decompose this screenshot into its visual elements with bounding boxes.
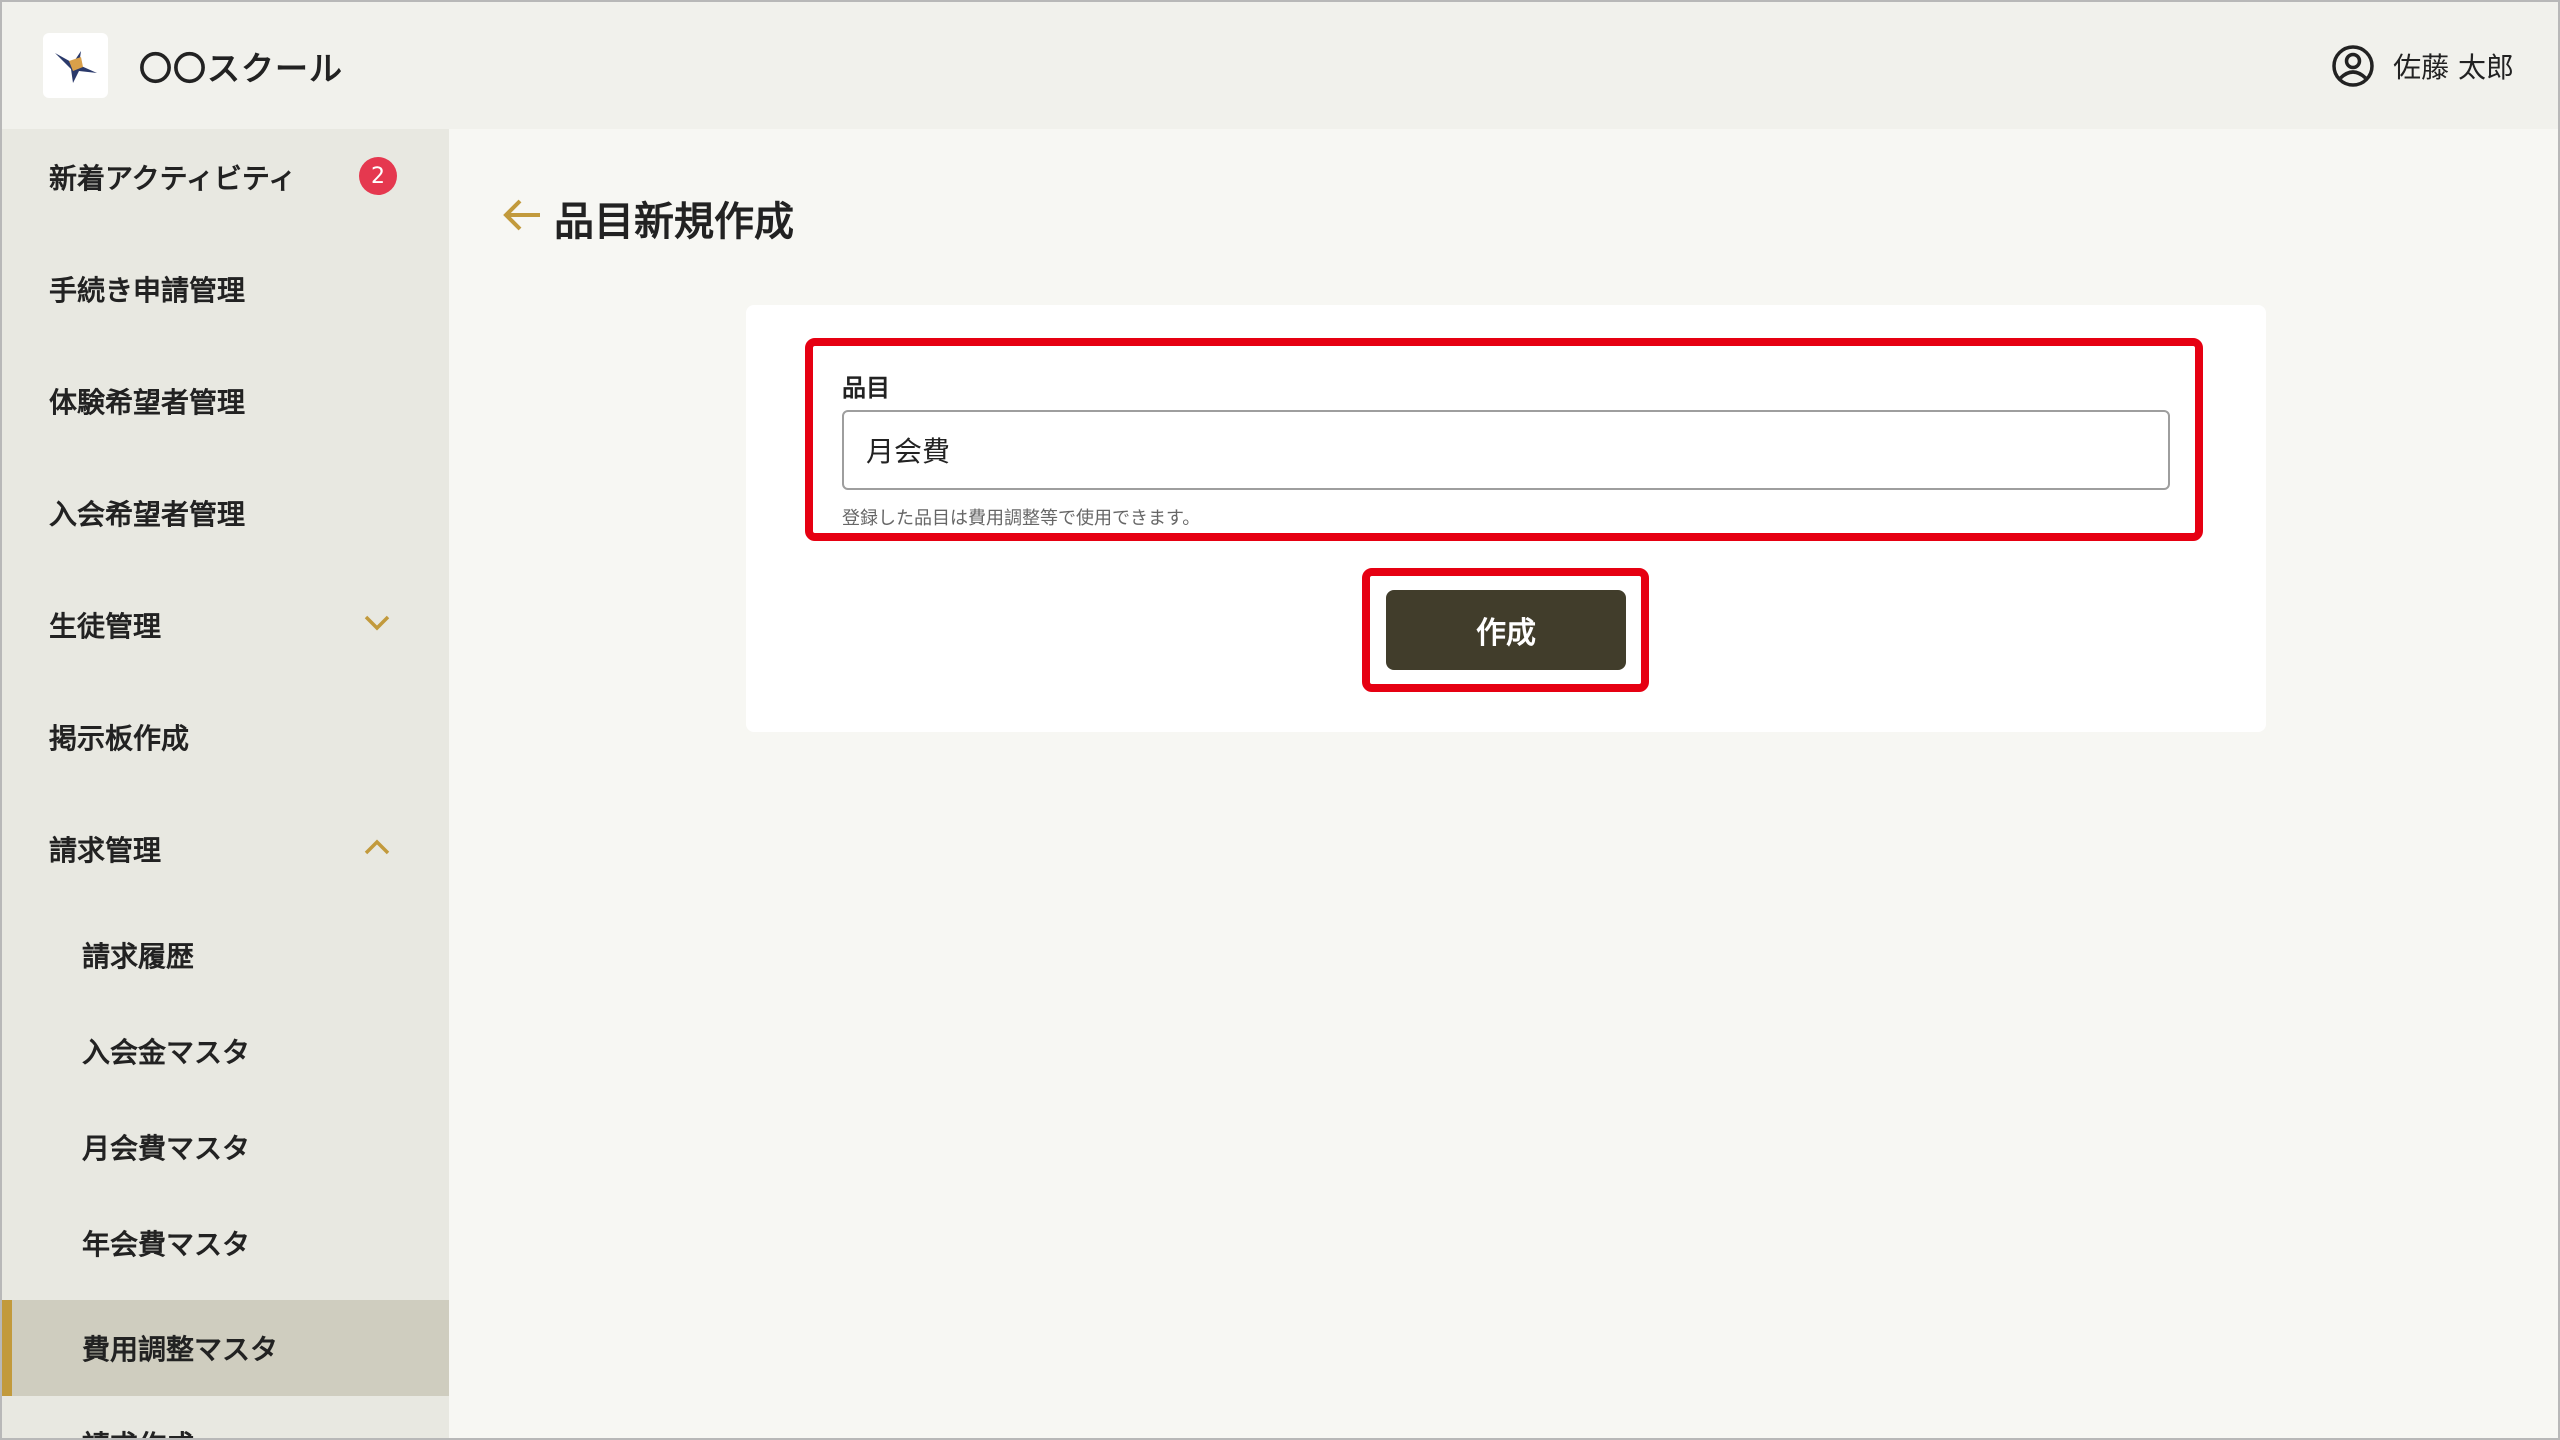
back-arrow-icon[interactable] bbox=[500, 195, 544, 235]
sidebar: 新着アクティビティ 2 手続き申請管理 体験希望者管理 入会希望者管理 生徒管理… bbox=[2, 129, 449, 1438]
sidebar-subitem-billing-history[interactable]: 請求履歴 bbox=[2, 907, 449, 1003]
page-title: 品目新規作成 bbox=[554, 199, 794, 245]
chevron-up-icon bbox=[364, 839, 390, 855]
sidebar-item-students[interactable]: 生徒管理 bbox=[2, 577, 449, 673]
app-title: 〇〇スクール bbox=[139, 49, 343, 88]
sidebar-subitem-admission-fee[interactable]: 入会金マスタ bbox=[2, 1003, 449, 1099]
sidebar-subitem-annual-fee[interactable]: 年会費マスタ bbox=[2, 1195, 449, 1291]
notification-badge: 2 bbox=[359, 157, 397, 195]
sidebar-item-label: 請求作成 bbox=[82, 1424, 194, 1438]
sidebar-item-activity[interactable]: 新着アクティビティ 2 bbox=[2, 129, 449, 225]
app-window: 〇〇スクール 佐藤 太郎 新着アクティビティ 2 手続き申請管理 体験希望者管理… bbox=[0, 0, 2560, 1440]
create-button[interactable]: 作成 bbox=[1386, 590, 1626, 670]
sidebar-item-label: 請求管理 bbox=[49, 834, 162, 867]
sidebar-subitem-cost-adjustment[interactable]: 費用調整マスタ bbox=[2, 1300, 449, 1396]
item-name-input[interactable] bbox=[842, 410, 2170, 490]
sidebar-item-label: 費用調整マスタ bbox=[82, 1333, 279, 1366]
chevron-down-icon bbox=[364, 615, 390, 631]
sidebar-item-trial[interactable]: 体験希望者管理 bbox=[2, 353, 449, 449]
sidebar-item-procedures[interactable]: 手続き申請管理 bbox=[2, 241, 449, 337]
user-circle-icon bbox=[2332, 45, 2374, 87]
user-menu[interactable]: 佐藤 太郎 bbox=[2331, 42, 2514, 90]
item-field-help-text: 登録した品目は費用調整等で使用できます。 bbox=[842, 508, 1201, 529]
sidebar-item-label: 新着アクティビティ bbox=[49, 162, 297, 195]
sidebar-item-label: 入会金マスタ bbox=[82, 1036, 251, 1069]
sidebar-item-bulletin[interactable]: 掲示板作成 bbox=[2, 689, 449, 785]
sidebar-item-label: 掲示板作成 bbox=[49, 722, 190, 755]
sidebar-item-label: 生徒管理 bbox=[49, 610, 162, 643]
sidebar-item-label: 体験希望者管理 bbox=[49, 386, 246, 419]
sidebar-subitem-billing-create[interactable]: 請求作成 bbox=[2, 1396, 449, 1438]
top-header: 〇〇スクール 佐藤 太郎 bbox=[2, 2, 2558, 129]
sidebar-item-enrollment[interactable]: 入会希望者管理 bbox=[2, 465, 449, 561]
bird-logo-icon bbox=[55, 51, 97, 83]
item-field-label: 品目 bbox=[842, 374, 890, 402]
sidebar-item-label: 請求履歴 bbox=[82, 940, 195, 973]
user-name: 佐藤 太郎 bbox=[2393, 51, 2514, 84]
sidebar-subitem-monthly-fee[interactable]: 月会費マスタ bbox=[2, 1099, 449, 1195]
sidebar-item-label: 月会費マスタ bbox=[82, 1132, 251, 1165]
sidebar-item-billing[interactable]: 請求管理 bbox=[2, 801, 449, 897]
school-logo bbox=[43, 33, 108, 98]
sidebar-item-label: 入会希望者管理 bbox=[49, 498, 246, 531]
sidebar-item-label: 年会費マスタ bbox=[82, 1228, 251, 1261]
sidebar-item-label: 手続き申請管理 bbox=[49, 274, 246, 307]
